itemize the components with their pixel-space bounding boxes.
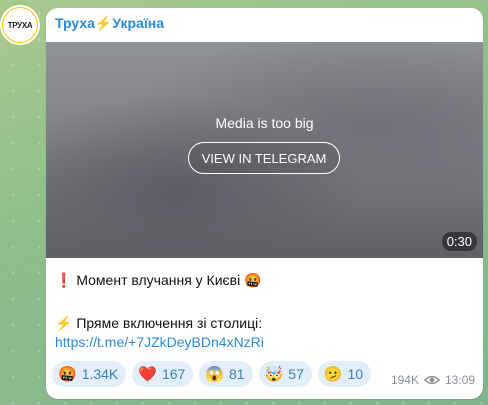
message-time: 13:09 xyxy=(444,373,475,387)
avatar-logo-text: ТРУХА xyxy=(7,20,33,30)
channel-name[interactable]: Труха⚡Україна xyxy=(55,15,164,32)
message-meta: 194K 13:09 xyxy=(391,373,475,387)
video-preview[interactable]: Media is too big VIEW IN TELEGRAM 0:30 xyxy=(46,42,483,258)
message-text-line: ❗️ Момент влучання у Києві 🤬 xyxy=(55,272,262,288)
reaction-button[interactable]: 😱 81 xyxy=(199,361,253,387)
video-duration-badge: 0:30 xyxy=(441,232,477,251)
reaction-emoji: 🫤 xyxy=(323,365,343,383)
message-text-line: ⚡ Пряме включення зі столиці: xyxy=(55,315,263,331)
reaction-button[interactable]: 🫤 10 xyxy=(317,361,372,387)
message-link[interactable]: https://t.me/+7JZkDeyBDn4xNzRi xyxy=(55,334,264,350)
reaction-count: 1.34K xyxy=(81,366,119,382)
reactions-bar: 🤬 1.34K ❤️ 167 😱 81 🤯 57 🫤 10 xyxy=(52,361,372,387)
reaction-count: 57 xyxy=(288,366,304,382)
reaction-emoji: 🤯 xyxy=(264,365,284,383)
reaction-emoji: 😱 xyxy=(205,365,225,383)
reaction-emoji: 🤬 xyxy=(58,365,77,383)
reaction-emoji: ❤️ xyxy=(138,365,157,383)
reaction-count: 167 xyxy=(161,366,186,382)
reaction-count: 81 xyxy=(229,366,245,382)
reaction-button[interactable]: 🤯 57 xyxy=(258,361,312,387)
media-too-big-notice: Media is too big xyxy=(215,115,314,131)
message-bubble: Труха⚡Україна Media is too big VIEW IN T… xyxy=(46,8,483,399)
view-count: 194K xyxy=(390,373,419,387)
view-in-telegram-button[interactable]: VIEW IN TELEGRAM xyxy=(188,142,340,174)
reaction-count: 10 xyxy=(347,366,364,382)
avatar-logo: ТРУХА xyxy=(3,8,37,42)
reaction-button[interactable]: 🤬 1.34K xyxy=(52,361,127,387)
eye-icon xyxy=(423,375,440,385)
reaction-button[interactable]: ❤️ 167 xyxy=(132,361,194,387)
channel-avatar[interactable]: ТРУХА xyxy=(0,5,40,45)
